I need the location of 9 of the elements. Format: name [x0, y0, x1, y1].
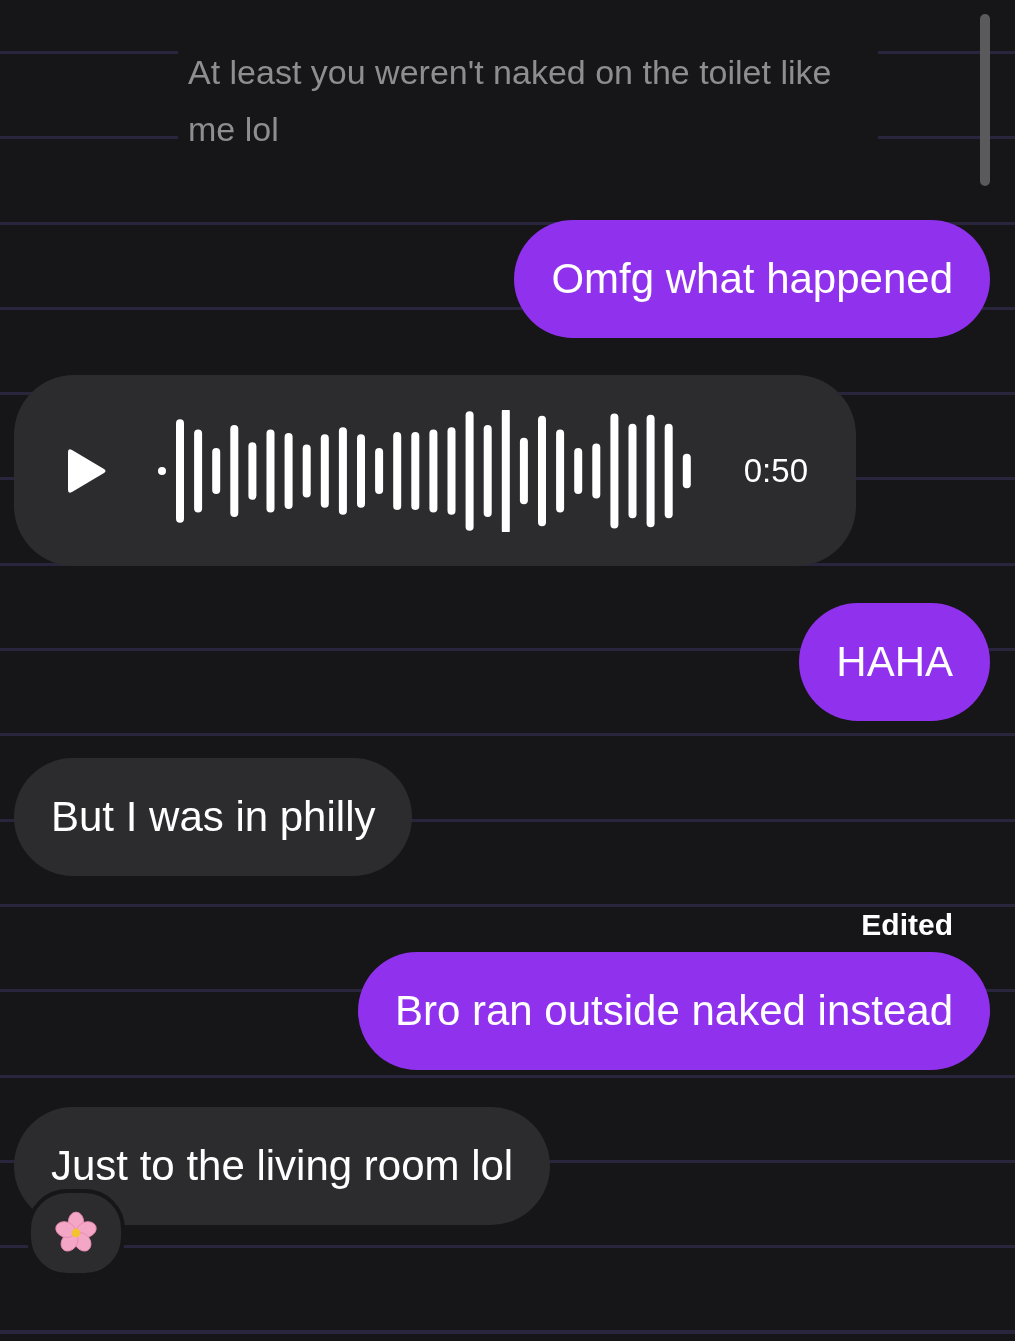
flower-icon — [54, 1211, 98, 1255]
sent-message-bubble: HAHA — [799, 603, 990, 721]
sent-message-bubble: Omfg what happened — [514, 220, 990, 338]
play-icon[interactable] — [66, 447, 106, 494]
received-message-bubble: But I was in philly — [14, 758, 413, 876]
received-message-bubble: Just to the living room lol — [14, 1107, 551, 1225]
sent-message-bubble: Bro ran outside naked instead — [357, 952, 990, 1070]
edited-label: Edited — [861, 907, 953, 943]
voice-duration: 0:50 — [743, 451, 808, 490]
